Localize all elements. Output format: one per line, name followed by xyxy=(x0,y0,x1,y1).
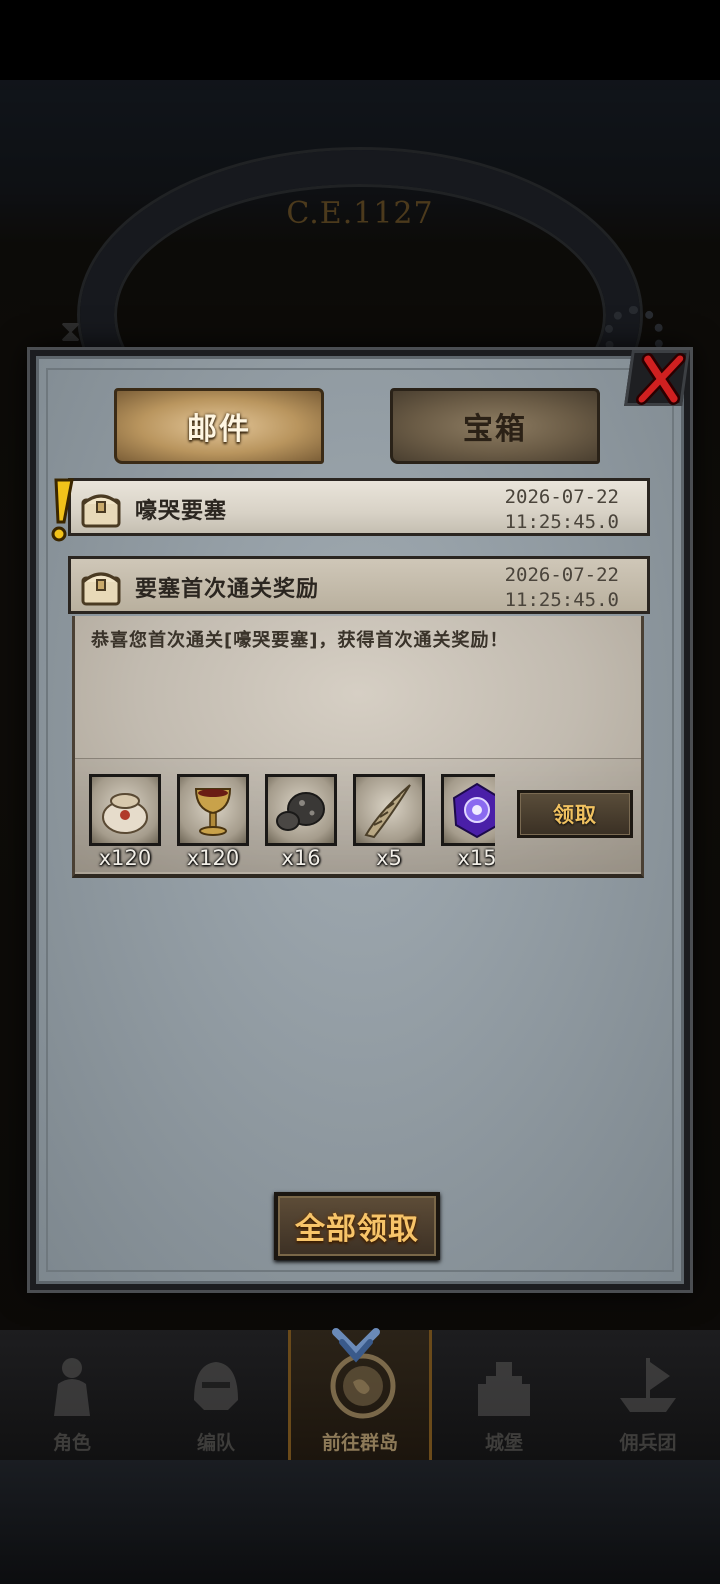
reward-count: x5 xyxy=(376,846,402,870)
alert-icon xyxy=(51,478,74,542)
reward-item[interactable]: x5 xyxy=(353,774,425,878)
reward-list[interactable]: x120 x120 x16 x5 x15 xyxy=(89,774,495,878)
close-icon xyxy=(635,353,686,405)
horn-icon xyxy=(364,784,411,839)
reward-slot xyxy=(265,774,337,846)
mail-content: 恭喜您首次通关[嚎哭要塞]，获得首次通关奖励！ x120 x120 x16 x5… xyxy=(72,616,644,878)
golden-chalice-icon xyxy=(194,788,232,836)
mail-time: 11:25:45.0 xyxy=(504,511,619,533)
castle-icon xyxy=(478,1362,530,1416)
ship-icon xyxy=(620,1358,676,1412)
reward-item[interactable]: x16 xyxy=(265,774,337,878)
mail-message: 恭喜您首次通关[嚎哭要塞]，获得首次通关奖励！ xyxy=(91,630,509,651)
nav-label: 城堡 xyxy=(484,1432,523,1454)
reward-slot xyxy=(353,774,425,846)
reward-count: x15 xyxy=(457,846,495,870)
claim-button[interactable]: 领取 xyxy=(517,790,633,838)
system-nav-area xyxy=(0,1460,720,1584)
helmet-icon xyxy=(194,1362,238,1410)
tab-mail[interactable]: 邮件 xyxy=(114,388,324,464)
nav-label: 前往群岛 xyxy=(321,1432,398,1454)
mail-timestamp: 2026-07-22 11:25:45.0 xyxy=(505,485,619,535)
nav-label: 编队 xyxy=(196,1432,235,1454)
reward-item[interactable]: x120 xyxy=(177,774,249,878)
close-button[interactable] xyxy=(624,350,690,406)
reward-item[interactable]: x120 xyxy=(89,774,161,878)
reward-slot xyxy=(89,774,161,846)
purple-crystal-icon xyxy=(452,782,495,839)
nav-label: 角色 xyxy=(52,1432,91,1454)
knight-icon xyxy=(54,1358,90,1416)
mail-subject: 嚎哭要塞 xyxy=(135,499,228,524)
grain-sack-icon xyxy=(102,793,148,834)
chevron-down-icon xyxy=(332,1328,380,1363)
mail-item-expanded[interactable]: 要塞首次通关奖励 2026-07-22 11:25:45.0 xyxy=(68,556,650,614)
reward-count: x120 xyxy=(186,846,240,870)
mail-date: 2026-07-22 xyxy=(504,564,619,586)
nav-label: 佣兵团 xyxy=(619,1432,677,1454)
mail-subject: 要塞首次通关奖励 xyxy=(135,577,320,602)
mail-date: 2026-07-22 xyxy=(504,486,619,508)
reward-slot xyxy=(441,774,495,846)
nav-item-formation[interactable]: 编队 xyxy=(144,1330,288,1460)
nav-item-character[interactable]: 角色 xyxy=(0,1330,144,1460)
chest-icon xyxy=(81,494,121,528)
mail-item[interactable]: 嚎哭要塞 2026-07-22 11:25:45.0 xyxy=(68,478,650,536)
reward-item[interactable]: x15 xyxy=(441,774,495,878)
ore-stone-icon xyxy=(276,792,325,831)
tab-chest[interactable]: 宝箱 xyxy=(390,388,600,464)
chest-icon xyxy=(81,572,121,606)
nav-item-mercenary[interactable]: 佣兵团 xyxy=(576,1330,720,1460)
status-bar-area xyxy=(0,0,720,80)
nav-item-castle[interactable]: 城堡 xyxy=(432,1330,576,1460)
reward-count: x16 xyxy=(281,846,321,870)
reward-slot xyxy=(177,774,249,846)
mail-timestamp: 2026-07-22 11:25:45.0 xyxy=(505,563,619,613)
mail-time: 11:25:45.0 xyxy=(504,589,619,611)
claim-all-button[interactable]: 全部领取 xyxy=(274,1192,440,1260)
reward-count: x120 xyxy=(98,846,152,870)
